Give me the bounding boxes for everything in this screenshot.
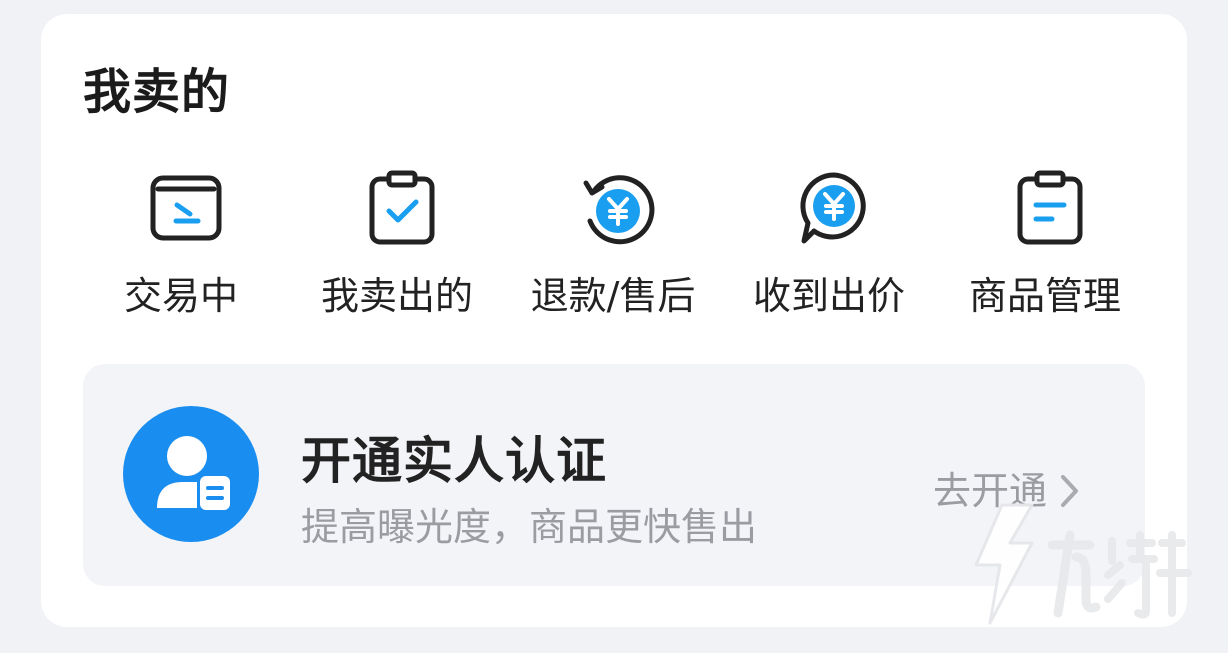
- action-refund[interactable]: 退款/售后: [513, 169, 713, 324]
- seller-card: 我卖的 交易中 我卖出的 退款/售后 收到出价 商品管理 开通实人认证 提高曝光…: [41, 14, 1187, 627]
- trading-icon: [150, 175, 222, 241]
- activate-link[interactable]: 去开通: [933, 468, 1081, 514]
- banner-subtitle: 提高曝光度，商品更快售出: [301, 505, 758, 549]
- banner-title: 开通实人认证: [301, 432, 607, 490]
- offer-yuan-bubble-icon: [800, 172, 866, 244]
- refund-yuan-icon: [583, 175, 655, 245]
- activate-label: 去开通: [932, 469, 1047, 513]
- action-label: 收到出价: [752, 274, 905, 318]
- action-label: 商品管理: [968, 274, 1121, 318]
- action-label: 交易中: [123, 274, 238, 318]
- real-name-verify-icon: [123, 406, 259, 542]
- action-manage[interactable]: 商品管理: [945, 169, 1145, 324]
- action-offers[interactable]: 收到出价: [729, 169, 929, 324]
- action-sold[interactable]: 我卖出的: [297, 169, 497, 324]
- product-clipboard-icon: [1017, 170, 1083, 245]
- action-label: 我卖出的: [320, 274, 473, 318]
- verify-banner[interactable]: 开通实人认证 提高曝光度，商品更快售出 去开通: [83, 364, 1145, 586]
- action-trading[interactable]: 交易中: [81, 169, 281, 324]
- chevron-right-icon: [1061, 475, 1078, 507]
- sold-clipboard-icon: [369, 170, 435, 245]
- action-label: 退款/售后: [530, 274, 696, 318]
- section-title: 我卖的: [83, 64, 231, 120]
